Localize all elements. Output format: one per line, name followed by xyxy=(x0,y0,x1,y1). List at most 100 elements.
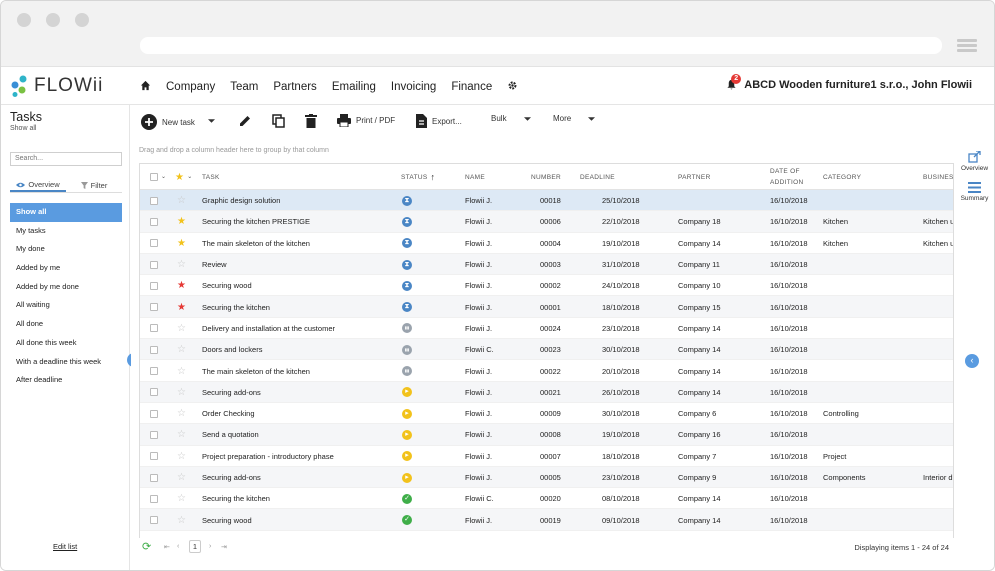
window-maximize-dot[interactable] xyxy=(75,13,89,27)
table-row[interactable]: ☆ ▮▮ Doors and lockers Flowii C. 00023 30/10/… xyxy=(140,339,953,361)
edit-pencil-icon[interactable] xyxy=(238,114,252,128)
last-page-icon[interactable]: ⇥ xyxy=(221,543,227,551)
tab-filter[interactable]: Filter xyxy=(66,179,122,192)
favorite-star-icon[interactable]: ★ xyxy=(177,233,186,254)
favorite-star-icon[interactable]: ☆ xyxy=(177,254,186,275)
nav-invoicing[interactable]: Invoicing xyxy=(391,81,436,93)
first-page-icon[interactable]: ⇤ xyxy=(164,543,170,551)
table-row[interactable]: ★ ⧗ Securing the kitchen PRESTIGE Flowii J.… xyxy=(140,211,953,233)
row-checkbox[interactable] xyxy=(150,424,158,445)
export-button[interactable]: Export... xyxy=(416,114,462,128)
copy-icon[interactable] xyxy=(272,114,285,128)
row-checkbox[interactable] xyxy=(150,509,158,530)
row-checkbox[interactable] xyxy=(150,233,158,254)
table-row[interactable]: ☆ ▮▮ Delivery and installation at the cust… xyxy=(140,318,953,340)
browser-menu-icon[interactable] xyxy=(957,39,977,53)
sidebar-item-added-by-me[interactable]: Added by me xyxy=(10,259,122,278)
nav-finance[interactable]: Finance xyxy=(451,81,492,93)
more-dropdown[interactable]: More xyxy=(553,114,596,123)
favorite-star-icon[interactable]: ☆ xyxy=(177,403,186,424)
next-page-icon[interactable]: › xyxy=(209,543,211,550)
sidebar-item-after-deadline[interactable]: After deadline xyxy=(10,371,122,390)
row-checkbox[interactable] xyxy=(150,339,158,360)
row-checkbox[interactable] xyxy=(150,296,158,317)
row-checkbox[interactable] xyxy=(150,382,158,403)
home-icon[interactable] xyxy=(140,80,151,94)
expand-panel-chevron-icon[interactable]: ‹ xyxy=(965,354,979,368)
header-category[interactable]: CATEGORY xyxy=(823,164,861,190)
window-minimize-dot[interactable] xyxy=(46,13,60,27)
header-partner[interactable]: PARTNER xyxy=(678,164,711,190)
table-row[interactable]: ★ ⧗ Securing wood Flowii J. 00002 24/10/2018 C… xyxy=(140,275,953,297)
table-row[interactable]: ★ ⧗ Securing the kitchen Flowii J. 00001 18/1… xyxy=(140,296,953,318)
select-all-checkbox[interactable]: ⌄ xyxy=(150,164,166,190)
row-checkbox[interactable] xyxy=(150,254,158,275)
table-row[interactable]: ☆ ▮▮ The main skeleton of the kitchen Flowi… xyxy=(140,360,953,382)
header-task[interactable]: TASK xyxy=(202,164,220,190)
company-user-label[interactable]: ABCD Wooden furniture1 s.r.o., John Flow… xyxy=(744,79,972,91)
row-checkbox[interactable] xyxy=(150,318,158,339)
row-checkbox[interactable] xyxy=(150,467,158,488)
tab-overview[interactable]: Overview xyxy=(10,179,66,192)
nav-partners[interactable]: Partners xyxy=(273,81,316,93)
favorite-star-icon[interactable]: ☆ xyxy=(177,339,186,360)
favorite-star-icon[interactable]: ☆ xyxy=(177,318,186,339)
summary-panel-button[interactable]: Summary xyxy=(955,182,994,202)
header-deadline[interactable]: DEADLINE xyxy=(580,164,615,190)
table-row[interactable]: ☆ ▸ Securing add-ons Flowii J. 00021 26/10/20… xyxy=(140,381,953,403)
current-page[interactable]: 1 xyxy=(189,540,201,553)
header-date-of-addition[interactable]: DATE OF ADDITION xyxy=(770,164,803,190)
favorite-star-icon[interactable]: ☆ xyxy=(177,488,186,509)
favorite-star-icon[interactable]: ☆ xyxy=(177,382,186,403)
table-row[interactable]: ☆ ⧗ Review Flowii J. 00003 31/10/2018 Company … xyxy=(140,253,953,276)
header-status[interactable]: STATUS ↑ xyxy=(401,164,435,190)
sidebar-item-my-done[interactable]: My done xyxy=(10,240,122,259)
account-area[interactable]: 2 ABCD Wooden furniture1 s.r.o., John Fl… xyxy=(726,74,972,91)
favorite-star-icon[interactable]: ★ xyxy=(177,296,186,317)
sidebar-item-deadline-week[interactable]: With a deadline this week xyxy=(10,353,122,372)
favorite-star-icon[interactable]: ☆ xyxy=(177,190,186,211)
window-close-dot[interactable] xyxy=(17,13,31,27)
prev-page-icon[interactable]: ‹ xyxy=(177,543,179,550)
nav-team[interactable]: Team xyxy=(230,81,258,93)
row-checkbox[interactable] xyxy=(150,488,158,509)
row-checkbox[interactable] xyxy=(150,360,158,381)
row-checkbox[interactable] xyxy=(150,190,158,211)
favorite-star-icon[interactable]: ☆ xyxy=(177,424,186,445)
header-number[interactable]: NUMBER xyxy=(531,164,561,190)
favorite-star-icon[interactable]: ☆ xyxy=(177,509,186,530)
sidebar-item-show-all[interactable]: Show all xyxy=(10,203,122,222)
favorite-star-icon[interactable]: ★ xyxy=(177,275,186,296)
sidebar-item-all-done[interactable]: All done xyxy=(10,315,122,334)
header-business[interactable]: BUSINESS xyxy=(923,164,953,190)
search-input[interactable]: Search... xyxy=(10,152,122,166)
header-name[interactable]: NAME xyxy=(465,164,485,190)
row-checkbox[interactable] xyxy=(150,275,158,296)
settings-gear-icon[interactable] xyxy=(507,80,518,94)
refresh-icon[interactable]: ⟳ xyxy=(142,540,151,553)
table-row[interactable]: ☆ ▸ Order Checking Flowii J. 00009 30/10/2018… xyxy=(140,403,953,425)
table-row[interactable]: ☆ ✓ Securing the kitchen Flowii C. 00020 08/1… xyxy=(140,488,953,510)
table-row[interactable]: ☆ ✓ Securing wood Flowii J. 00019 09/10/2018 C… xyxy=(140,509,953,531)
star-column-header[interactable]: ★ ⌄ xyxy=(175,164,193,190)
row-checkbox[interactable] xyxy=(150,403,158,424)
row-checkbox[interactable] xyxy=(150,446,158,467)
new-task-dropdown-icon[interactable] xyxy=(208,119,215,123)
new-task-button[interactable]: New task xyxy=(141,114,195,130)
edit-list-link[interactable]: Edit list xyxy=(53,542,77,551)
sidebar-item-all-done-week[interactable]: All done this week xyxy=(10,334,122,353)
sidebar-item-all-waiting[interactable]: All waiting xyxy=(10,296,122,315)
favorite-star-icon[interactable]: ★ xyxy=(177,211,186,232)
nav-company[interactable]: Company xyxy=(166,81,215,93)
table-row[interactable]: ☆ ⧗ Graphic design solution Flowii J. 00018 2… xyxy=(140,190,953,212)
sidebar-item-my-tasks[interactable]: My tasks xyxy=(10,222,122,241)
favorite-star-icon[interactable]: ☆ xyxy=(177,446,186,467)
bulk-dropdown[interactable]: Bulk xyxy=(491,114,531,123)
table-row[interactable]: ☆ ▸ Send a quotation Flowii J. 00008 19/10/20… xyxy=(140,424,953,446)
overview-panel-button[interactable]: Overview xyxy=(955,150,994,172)
favorite-star-icon[interactable]: ☆ xyxy=(177,467,186,488)
table-row[interactable]: ★ ⧗ The main skeleton of the kitchen Flowii… xyxy=(140,233,953,254)
print-pdf-button[interactable]: Print / PDF xyxy=(337,114,395,127)
app-logo[interactable]: FLOWii xyxy=(10,74,103,98)
address-bar[interactable] xyxy=(140,37,942,54)
